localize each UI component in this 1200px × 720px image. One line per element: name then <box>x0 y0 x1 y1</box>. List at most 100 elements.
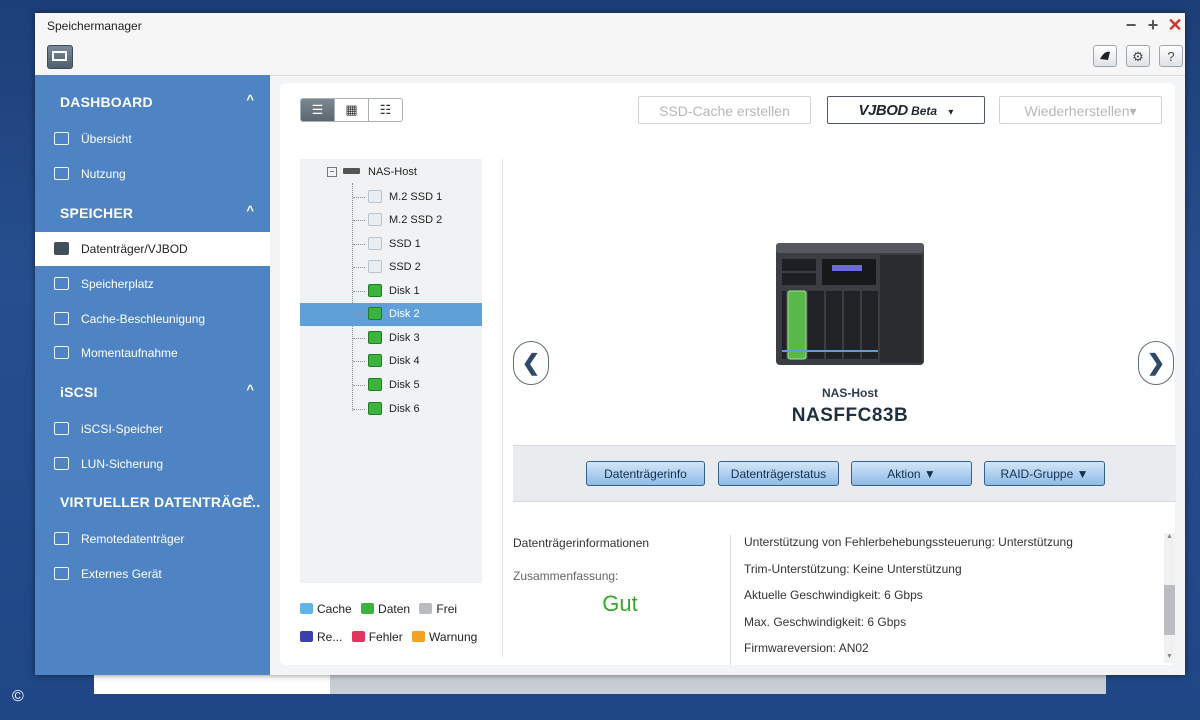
sidebar-item-remote-disk[interactable]: Remotedatenträger <box>35 522 270 556</box>
chevron-up-icon: ^ <box>246 203 254 218</box>
empty-slot-icon <box>368 190 382 203</box>
disk-data-icon <box>368 284 382 297</box>
tree-item-disk-6[interactable]: Disk 6 <box>300 398 482 421</box>
chevron-up-icon: ^ <box>246 92 254 107</box>
dropdown-arrow-icon: ▾ <box>948 107 954 118</box>
chevron-up-icon: ^ <box>246 492 254 507</box>
disk-status-button[interactable]: Datenträgerstatus <box>718 461 839 486</box>
legend-warning: Warnung <box>412 630 477 644</box>
legend-row-1: Cache Daten Frei <box>300 602 463 616</box>
summary-label: Zusammenfassung: <box>513 569 619 583</box>
nas-device-image[interactable] <box>774 239 926 369</box>
disk-info-heading: Datenträgerinformationen <box>513 536 650 550</box>
vjbod-dropdown-button[interactable]: VJBOD Beta ▾ <box>827 96 985 124</box>
sidebar-item-storage-space[interactable]: Speicherplatz <box>35 267 270 301</box>
info-line-firmware: Firmwareversion: AN02 <box>744 641 869 656</box>
sidebar-item-lun-backup[interactable]: LUN-Sicherung <box>35 447 270 481</box>
legend-reserved: Re... <box>300 630 342 644</box>
device-subtitle: NAS-Host <box>822 386 878 400</box>
tree-item-disk-1[interactable]: Disk 1 <box>300 280 482 303</box>
sidebar-item-usage[interactable]: Nutzung <box>35 157 270 191</box>
info-line-trim: Trim-Unterstützung: Keine Unterstützung <box>744 561 962 576</box>
empty-slot-icon <box>368 260 382 273</box>
legend-free: Frei <box>419 602 457 616</box>
info-scrollbar-thumb[interactable] <box>1164 585 1175 635</box>
detail-view-button[interactable]: ☷ <box>369 99 402 121</box>
disk-action-bar: Datenträgerinfo Datenträgerstatus Aktion… <box>513 445 1176 502</box>
disk-info-button[interactable]: Datenträgerinfo <box>586 461 705 486</box>
nas-icon <box>343 168 360 174</box>
app-menu-icon[interactable] <box>47 45 73 69</box>
background-window-strip <box>94 672 1106 694</box>
copyright-mark: © <box>12 688 24 705</box>
tree-item-m2-ssd-1[interactable]: M.2 SSD 1 <box>300 186 482 209</box>
lun-backup-icon <box>54 457 69 470</box>
tree-item-ssd-1[interactable]: SSD 1 <box>300 233 482 256</box>
usage-chart-icon <box>54 167 69 180</box>
tree-item-disk-2[interactable]: Disk 2 <box>300 303 482 326</box>
sidebar-item-disks-vjbod[interactable]: Datenträger/VJBOD <box>35 232 270 266</box>
empty-slot-icon <box>368 237 382 250</box>
gear-icon[interactable]: ⚙ <box>1126 45 1150 67</box>
tree-item-m2-ssd-2[interactable]: M.2 SSD 2 <box>300 209 482 232</box>
maximize-button[interactable]: + <box>1143 15 1163 36</box>
previous-device-button[interactable]: ❮ <box>513 341 549 385</box>
grid-view-button[interactable]: ▦ <box>335 99 369 121</box>
cache-icon <box>54 312 69 325</box>
sidebar-item-snapshot[interactable]: Momentaufnahme <box>35 336 270 370</box>
info-line-current-speed: Aktuelle Geschwindigkeit: 6 Gbps <box>744 588 923 603</box>
title-bar: Speichermanager − + ✕ ⚙ ? <box>35 13 1185 76</box>
storage-manager-window: Speichermanager − + ✕ ⚙ ? DASHBOARD ^ Übe… <box>35 13 1185 675</box>
disk-data-icon <box>368 354 382 367</box>
chevron-up-icon: ^ <box>246 382 254 397</box>
scroll-down-icon[interactable]: ▼ <box>1164 653 1175 660</box>
close-button[interactable]: ✕ <box>1165 15 1185 36</box>
info-line-error-recovery: Unterstützung von Fehlerbehebungssteueru… <box>744 535 1073 549</box>
disk-data-icon <box>368 378 382 391</box>
overview-icon <box>54 132 69 145</box>
disk-data-icon <box>368 402 382 415</box>
raid-group-dropdown-button[interactable]: RAID-Gruppe ▼ <box>984 461 1105 486</box>
tree-item-disk-4[interactable]: Disk 4 <box>300 350 482 373</box>
tree-item-disk-3[interactable]: Disk 3 <box>300 327 482 350</box>
legend-error: Fehler <box>351 630 403 644</box>
device-name: NASFFC83B <box>791 405 909 426</box>
action-dropdown-button[interactable]: Aktion ▼ <box>851 461 972 486</box>
help-button[interactable]: ? <box>1159 45 1183 67</box>
list-view-button[interactable]: ☰ <box>301 99 335 121</box>
view-mode-toggle: ☰ ▦ ☷ <box>300 98 403 122</box>
disk-data-icon <box>368 331 382 344</box>
storage-icon <box>54 277 69 290</box>
info-line-max-speed: Max. Geschwindigkeit: 6 Gbps <box>744 614 907 629</box>
section-iscsi[interactable]: iSCSI ^ <box>35 374 270 410</box>
sidebar-item-cache-acceleration[interactable]: Cache-Beschleunigung <box>35 302 270 336</box>
snapshot-icon <box>54 346 69 359</box>
tree-item-disk-5[interactable]: Disk 5 <box>300 374 482 397</box>
tree-item-ssd-2[interactable]: SSD 2 <box>300 256 482 279</box>
legend-data: Daten <box>361 602 410 616</box>
collapse-icon: − <box>327 167 337 177</box>
section-dashboard[interactable]: DASHBOARD ^ <box>35 84 270 120</box>
minimize-button[interactable]: − <box>1121 15 1141 36</box>
disk-info-details: Unterstützung von Fehlerbehebungssteueru… <box>744 535 1073 668</box>
scroll-up-icon[interactable]: ▲ <box>1164 533 1175 540</box>
section-storage[interactable]: SPEICHER ^ <box>35 195 270 231</box>
empty-slot-icon <box>368 213 382 226</box>
summary-status: Gut <box>602 591 638 616</box>
remote-disk-icon <box>54 532 69 545</box>
external-device-icon <box>54 567 69 580</box>
create-ssd-cache-button[interactable]: SSD-Cache erstellen <box>638 96 811 124</box>
account-icon[interactable] <box>1093 45 1117 67</box>
sidebar-item-external-device[interactable]: Externes Gerät <box>35 557 270 591</box>
disk-icon <box>54 242 69 255</box>
legend-row-2: Re... Fehler Warnung <box>300 630 483 644</box>
tree-root-nas-host[interactable]: − NAS-Host <box>327 166 417 178</box>
restore-button[interactable]: Wiederherstellen▾ <box>999 96 1162 124</box>
next-device-button[interactable]: ❯ <box>1138 341 1174 385</box>
sidebar-item-iscsi-storage[interactable]: iSCSI-Speicher <box>35 412 270 446</box>
disk-tree: − NAS-Host M.2 SSD 1 M.2 SSD 2 SSD 1 SSD … <box>300 159 482 583</box>
sidebar: DASHBOARD ^ Übersicht Nutzung SPEICHER ^ D… <box>35 75 270 675</box>
section-virtual-disk[interactable]: VIRTUELLER DATENTRÄGE.. ^ <box>35 484 270 520</box>
legend-cache: Cache <box>300 602 352 616</box>
sidebar-item-overview[interactable]: Übersicht <box>35 122 270 156</box>
